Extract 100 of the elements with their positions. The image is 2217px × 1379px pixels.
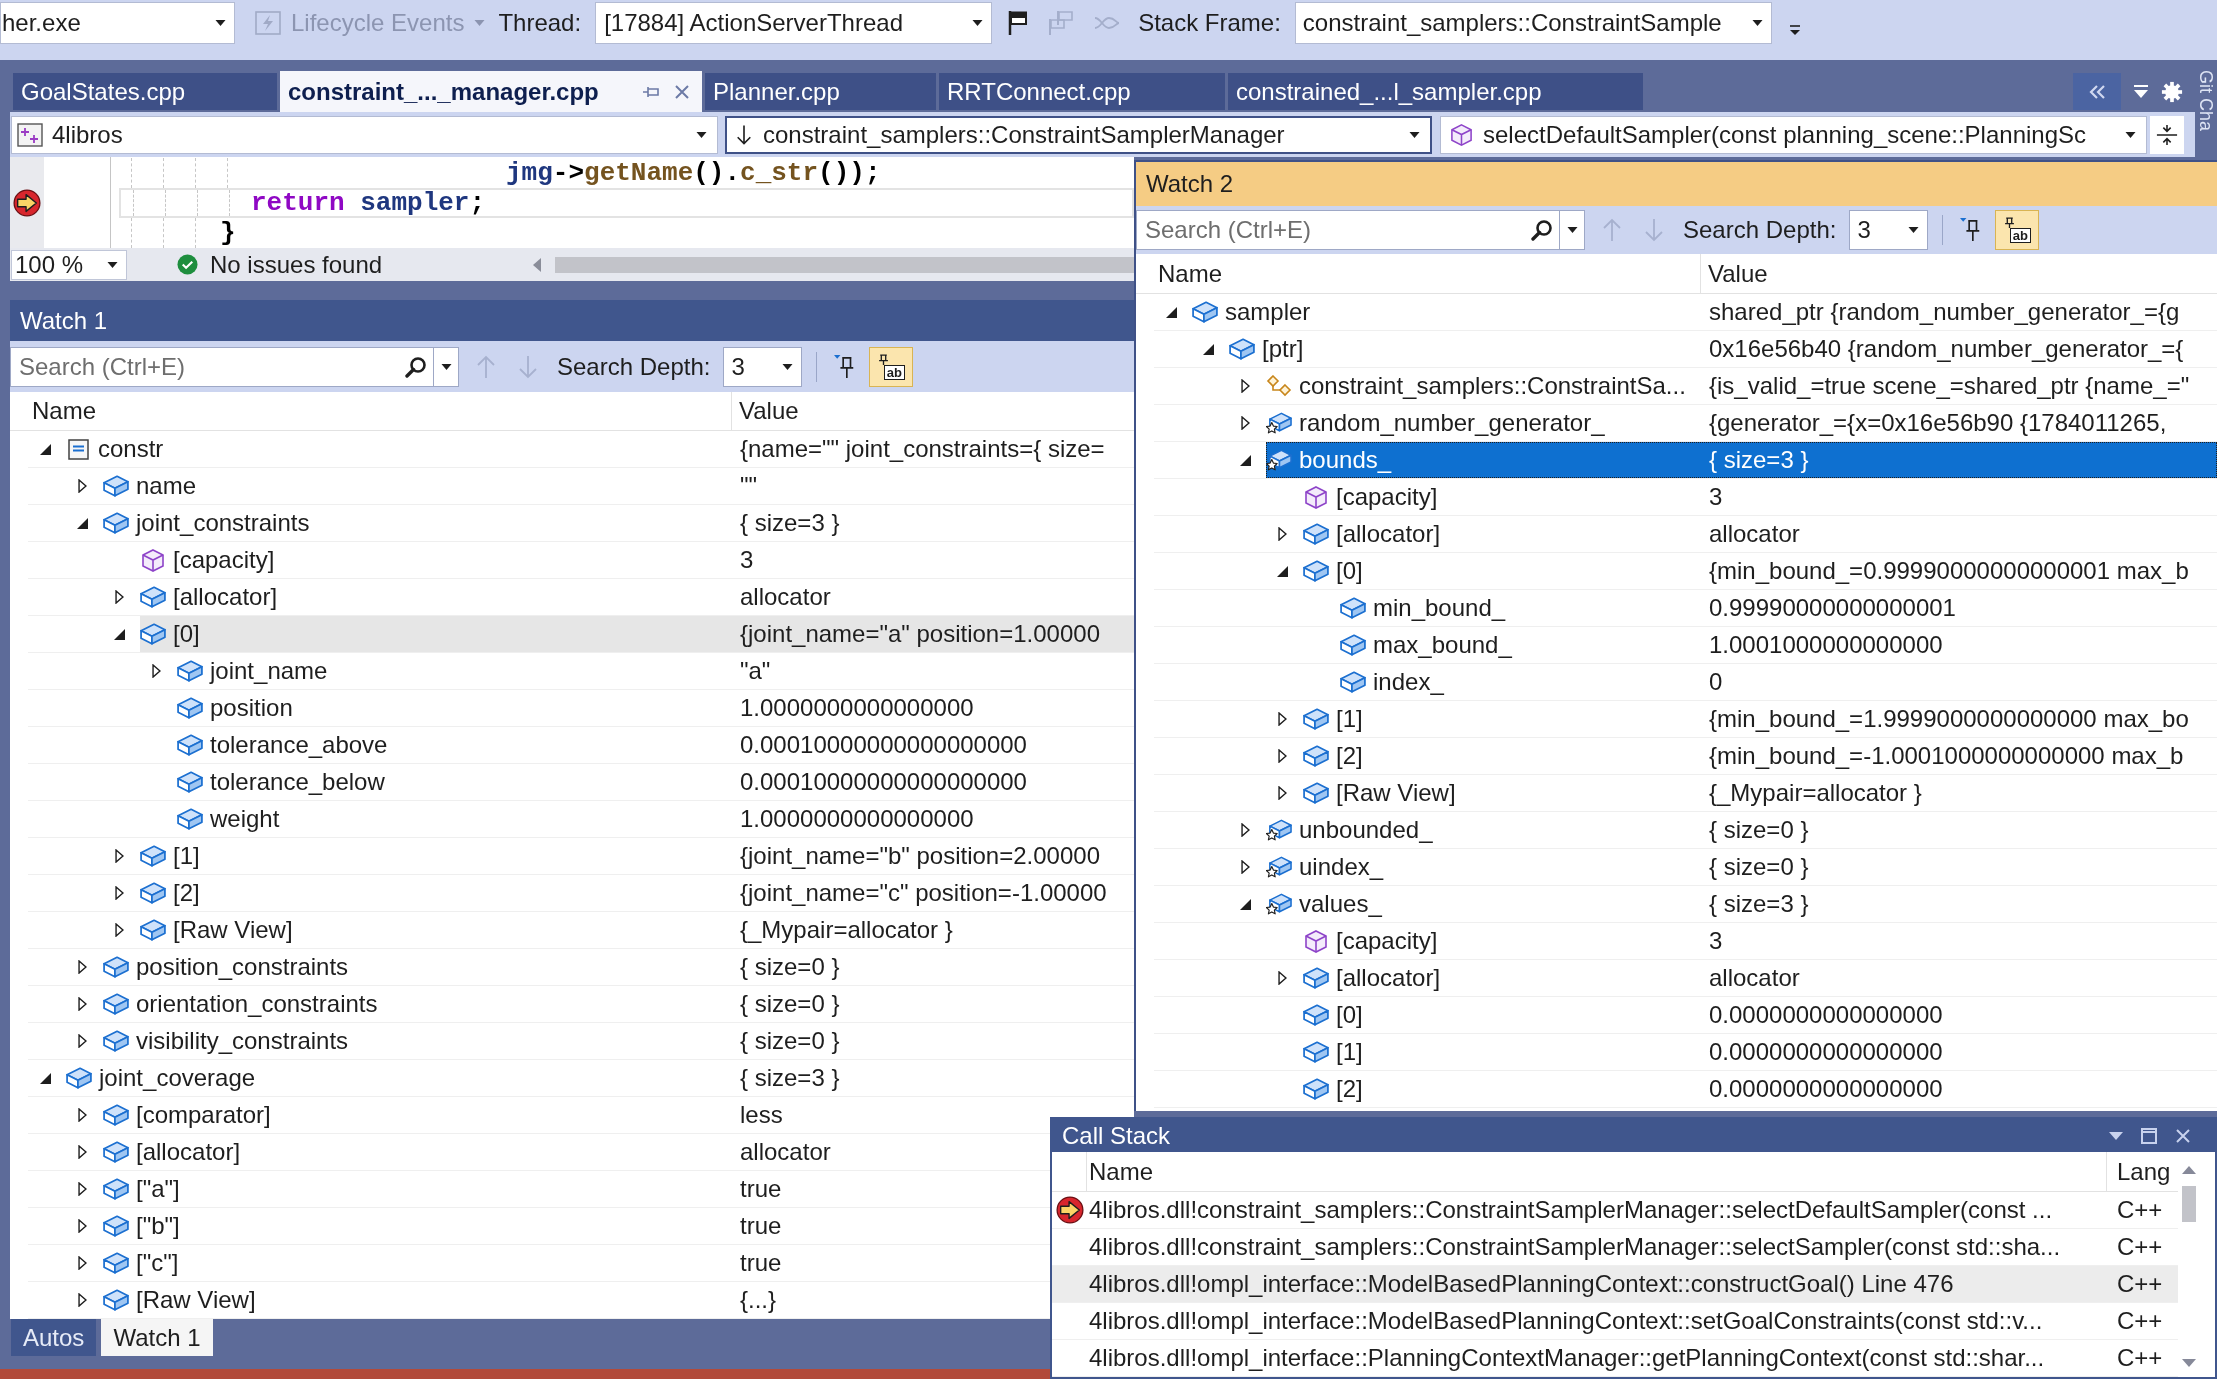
watch-row[interactable]: ["c"] true (103, 1245, 782, 1281)
watch-row[interactable]: [ptr] 0x16e56b40 {random_number_generator_={ (1229, 331, 2184, 367)
watch-row[interactable]: ["a"] true (103, 1171, 782, 1207)
triangle-down-icon[interactable] (1276, 565, 1288, 577)
watch-row[interactable]: name "" (103, 468, 758, 504)
watch-row[interactable]: [2] {min_bound_=-1.0001000000000000 max_b (1303, 738, 2184, 774)
maximize-icon[interactable] (2141, 1127, 2157, 1144)
search-field[interactable]: Search (Ctrl+E) (10, 346, 434, 387)
watch-row[interactable]: weight 1.0000000000000000 (177, 801, 974, 837)
side-tab[interactable]: Git Cha (2197, 70, 2215, 132)
call-stack-row[interactable]: 4libros.dll!ompl_interface::ModelBasedPlanningContext::constructGoal() Line 476 C++ (1052, 1266, 2178, 1303)
triangle-right-icon[interactable] (77, 1034, 87, 1048)
triangle-down-icon[interactable] (39, 443, 51, 455)
triangle-right-icon[interactable] (77, 1108, 87, 1122)
triangle-right-icon[interactable] (1277, 749, 1287, 763)
watch-row[interactable]: tolerance_above 0.00010000000000000000 (177, 727, 1027, 763)
triangle-down-icon[interactable] (113, 628, 125, 640)
watch-row[interactable]: max_bound_ 1.0001000000000000 (1340, 627, 1943, 663)
watch-row[interactable]: uindex_ { size=0 } (1266, 849, 1809, 885)
watch-row[interactable]: [1] 0.0000000000000000 (1303, 1034, 1943, 1070)
scrollbar-thumb[interactable] (2182, 1186, 2196, 1222)
triangle-right-icon[interactable] (77, 1293, 87, 1307)
watch-row[interactable]: [Raw View] {...} (103, 1282, 777, 1318)
watch-row[interactable]: [comparator] less (103, 1097, 783, 1133)
watch-row[interactable]: ["b"] true (103, 1208, 782, 1244)
watch-row[interactable]: tolerance_below 0.00010000000000000000 (177, 764, 1027, 800)
watch-row[interactable]: constr {name="" joint_constraints={ size= (66, 431, 1105, 467)
document-tab[interactable]: constraint_..._manager.cpp (280, 71, 702, 112)
watch-row[interactable]: [1] {min_bound_=1.9999000000000000 max_bo (1303, 701, 2189, 737)
watch-row[interactable]: [Raw View] {_Mypair=allocator } (1303, 775, 1922, 811)
triangle-right-icon[interactable] (1240, 416, 1250, 430)
watch-row[interactable]: [2] 0.0000000000000000 (1303, 1071, 1943, 1107)
process-dropdown[interactable]: her.exe (0, 1, 235, 44)
watch-row[interactable]: joint_name "a" (177, 653, 771, 689)
triangle-right-icon[interactable] (151, 664, 161, 678)
watch-row[interactable]: [0] {min_bound_=0.99990000000000001 max_b (1303, 553, 2189, 589)
close-icon[interactable] (674, 83, 690, 100)
triangle-down-icon[interactable] (1239, 454, 1251, 466)
call-stack-row[interactable]: 4libros.dll!ompl_interface::PlanningContextManager::getPlanningContext(const std::shar... C++ (1052, 1340, 2178, 1377)
triangle-down-icon[interactable] (1239, 898, 1251, 910)
triangle-right-icon[interactable] (1240, 860, 1250, 874)
scroll-tabs-button[interactable] (2073, 73, 2121, 110)
tool-window-tab[interactable]: Watch 1 (101, 1319, 213, 1356)
scope-dropdown[interactable]: constraint_samplers::ConstraintSamplerManager (725, 115, 1432, 154)
thread-dropdown[interactable]: [17884] ActionServerThread (595, 1, 993, 44)
watch-row[interactable]: random_number_generator_ {generator_={x=0x16e56b90 {1784011265, (1266, 405, 2167, 441)
watch-row[interactable]: values_ { size=3 } (1266, 886, 1809, 922)
toolbar-overflow-icon[interactable] (1788, 23, 1801, 36)
watch-row[interactable]: unbounded_ { size=0 } (1266, 812, 1809, 848)
triangle-right-icon[interactable] (114, 923, 124, 937)
raw-format-toggle[interactable]: ab (869, 346, 914, 387)
triangle-right-icon[interactable] (77, 1256, 87, 1270)
scroll-down-icon[interactable] (2182, 1359, 2196, 1367)
watch-row[interactable]: [Raw View] {_Mypair=allocator } (140, 912, 953, 948)
triangle-right-icon[interactable] (114, 886, 124, 900)
watch-row[interactable]: [2] {joint_name="c" position=-1.00000 (140, 875, 1107, 911)
watch-row[interactable]: bounds_ { size=3 } (1266, 442, 2217, 478)
document-tab[interactable]: Planner.cpp (705, 73, 936, 110)
watch-row[interactable]: sampler shared_ptr {random_number_generator_={g (1192, 294, 2180, 330)
document-tab[interactable]: RRTConnect.cpp (939, 73, 1225, 110)
triangle-down-icon[interactable] (39, 1072, 51, 1084)
triangle-right-icon[interactable] (114, 590, 124, 604)
search-options-button[interactable] (434, 346, 459, 387)
watch-row[interactable]: visibility_constraints { size=0 } (103, 1023, 840, 1059)
tool-window-tab[interactable]: Autos (11, 1319, 97, 1356)
project-dropdown[interactable]: 4libros (11, 115, 718, 154)
search-options-button[interactable] (1560, 210, 1585, 250)
watch-row[interactable]: [capacity] 3 (1303, 479, 1723, 515)
stack-frame-dropdown[interactable]: constraint_samplers::ConstraintSample (1294, 1, 1772, 44)
raw-format-toggle[interactable]: ab (1995, 210, 2040, 250)
watch-row[interactable]: position_constraints { size=0 } (103, 949, 840, 985)
watch-row[interactable]: joint_constraints { size=3 } (103, 505, 840, 541)
split-window-button[interactable] (2150, 115, 2184, 154)
search-depth-dropdown[interactable]: 3 (723, 346, 803, 387)
watch-row[interactable]: joint_coverage { size=3 } (66, 1060, 840, 1096)
horizontal-scrollbar[interactable] (555, 256, 1134, 273)
document-tab[interactable]: GoalStates.cpp (13, 73, 277, 110)
scroll-left-icon[interactable] (533, 257, 541, 272)
triangle-right-icon[interactable] (114, 849, 124, 863)
search-depth-dropdown[interactable]: 3 (1849, 210, 1929, 250)
watch-row[interactable]: [allocator] allocator (1303, 516, 1800, 552)
watch-row[interactable]: position 1.0000000000000000 (177, 690, 974, 726)
triangle-right-icon[interactable] (1277, 971, 1287, 985)
triangle-right-icon[interactable] (1277, 786, 1287, 800)
pin-icon[interactable] (642, 84, 660, 99)
triangle-right-icon[interactable] (77, 1219, 87, 1233)
triangle-down-icon[interactable] (76, 517, 88, 529)
watch-row[interactable]: index_ 0 (1340, 664, 1723, 700)
triangle-right-icon[interactable] (77, 997, 87, 1011)
triangle-right-icon[interactable] (1277, 712, 1287, 726)
watch-row[interactable]: [1] {joint_name="b" position=2.00000 (140, 838, 1100, 874)
call-stack-row[interactable]: 4libros.dll!ompl_interface::ModelBasedPlanningContext::setGoalConstraints(const std::v... C++ (1052, 1303, 2178, 1340)
triangle-right-icon[interactable] (77, 479, 87, 493)
triangle-right-icon[interactable] (77, 1145, 87, 1159)
triangle-right-icon[interactable] (1240, 823, 1250, 837)
watch-row[interactable]: orientation_constraints { size=0 } (103, 986, 840, 1022)
triangle-right-icon[interactable] (1277, 527, 1287, 541)
scroll-up-icon[interactable] (2182, 1166, 2196, 1174)
watch-row[interactable]: [capacity] 3 (1303, 923, 1723, 959)
watch-row[interactable]: [allocator] allocator (103, 1134, 831, 1170)
